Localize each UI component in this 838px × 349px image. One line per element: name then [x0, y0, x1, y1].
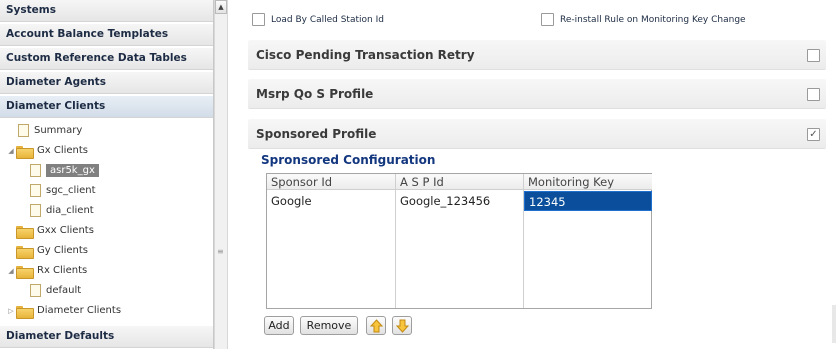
load-by-called-station-option[interactable]: Load By Called Station Id [252, 13, 384, 26]
tree-item-gy-clients[interactable]: Gy Clients [16, 242, 88, 260]
tree-item-dia-client[interactable]: dia_client [30, 202, 94, 220]
folder-icon [16, 266, 34, 279]
section-cisco-pending-transaction-retry: Cisco Pending Transaction Retry [248, 40, 826, 70]
nav-diameter-clients[interactable]: Diameter Clients [0, 96, 213, 118]
section-sponsored-profile: Sponsored Profile [248, 119, 826, 149]
move-up-button[interactable] [366, 316, 386, 335]
tree-item-sgc-client[interactable]: sgc_client [30, 182, 96, 200]
section-msrp-qos-profile: Msrp Qo S Profile [248, 79, 826, 109]
document-icon [18, 124, 29, 137]
nav-diameter-agents[interactable]: Diameter Agents [0, 72, 213, 94]
table-cell[interactable]: Google [267, 191, 395, 211]
msrp-qos-checkbox[interactable] [807, 88, 820, 101]
tree-item-default[interactable]: default [30, 282, 81, 300]
expand-arrow-icon[interactable]: ◢ [6, 142, 16, 160]
vertical-scrollbar[interactable]: ▲ ≡ [214, 0, 228, 349]
move-down-button[interactable] [392, 316, 412, 335]
diameter-clients-tree: Summary ◢ Gx Clients asr5k_gx sgc_client … [0, 118, 213, 342]
sponsored-profile-checkbox[interactable] [807, 128, 820, 141]
navigation-panel: Systems Account Balance Templates Custom… [0, 0, 214, 349]
column-sponsor-id: Sponsor Id Google [267, 174, 396, 308]
column-asp-id: A S P Id Google_123456 [396, 174, 524, 308]
column-header[interactable]: A S P Id [396, 174, 523, 190]
column-monitoring-key: Monitoring Key 12345 [524, 174, 652, 308]
nav-custom-reference-data-tables[interactable]: Custom Reference Data Tables [0, 48, 213, 70]
column-header[interactable]: Sponsor Id [267, 174, 395, 190]
nav-account-balance-templates[interactable]: Account Balance Templates [0, 24, 213, 46]
reinstall-rule-option[interactable]: Re-install Rule on Monitoring Key Change [541, 13, 746, 26]
nav-diameter-defaults[interactable]: Diameter Defaults [0, 326, 213, 348]
tree-item-gx-clients[interactable]: ◢ Gx Clients [6, 142, 88, 160]
figure-id-watermark [832, 305, 836, 343]
arrow-up-icon [370, 319, 383, 333]
expand-arrow-icon[interactable]: ◢ [6, 262, 16, 280]
folder-icon [16, 246, 34, 259]
tree-item-diameter-clients[interactable]: ▷ Diameter Clients [6, 302, 121, 320]
arrow-down-icon [396, 319, 409, 333]
document-icon [30, 184, 41, 197]
document-icon [30, 204, 41, 217]
scroll-grip-icon[interactable]: ≡ [217, 248, 225, 256]
nav-systems[interactable]: Systems [0, 0, 213, 22]
folder-icon [16, 146, 34, 159]
folder-icon [16, 306, 34, 319]
scroll-up-arrow-icon[interactable]: ▲ [215, 0, 227, 14]
tree-item-gxx-clients[interactable]: Gxx Clients [16, 222, 94, 240]
tree-item-rx-clients[interactable]: ◢ Rx Clients [6, 262, 87, 280]
table-cell-selected[interactable]: 12345 [524, 191, 652, 211]
tree-item-asr5k-gx[interactable]: asr5k_gx [30, 162, 99, 180]
document-icon [30, 284, 41, 297]
sponsored-configuration-table: Sponsor Id Google A S P Id Google_123456… [266, 173, 652, 309]
add-button[interactable]: Add [264, 316, 294, 335]
column-header[interactable]: Monitoring Key [524, 174, 652, 190]
table-cell[interactable]: Google_123456 [396, 191, 523, 211]
remove-button[interactable]: Remove [300, 316, 358, 335]
sponsored-configuration-title: Spronsored Configuration [261, 153, 436, 167]
document-icon [30, 164, 41, 177]
details-panel: Load By Called Station Id Re-install Rul… [236, 0, 832, 349]
tree-item-summary[interactable]: Summary [18, 122, 82, 140]
collapse-arrow-icon[interactable]: ▷ [6, 302, 16, 320]
load-by-called-station-checkbox[interactable] [252, 13, 265, 26]
folder-icon [16, 226, 34, 239]
cisco-pending-checkbox[interactable] [807, 49, 820, 62]
reinstall-rule-checkbox[interactable] [541, 13, 554, 26]
